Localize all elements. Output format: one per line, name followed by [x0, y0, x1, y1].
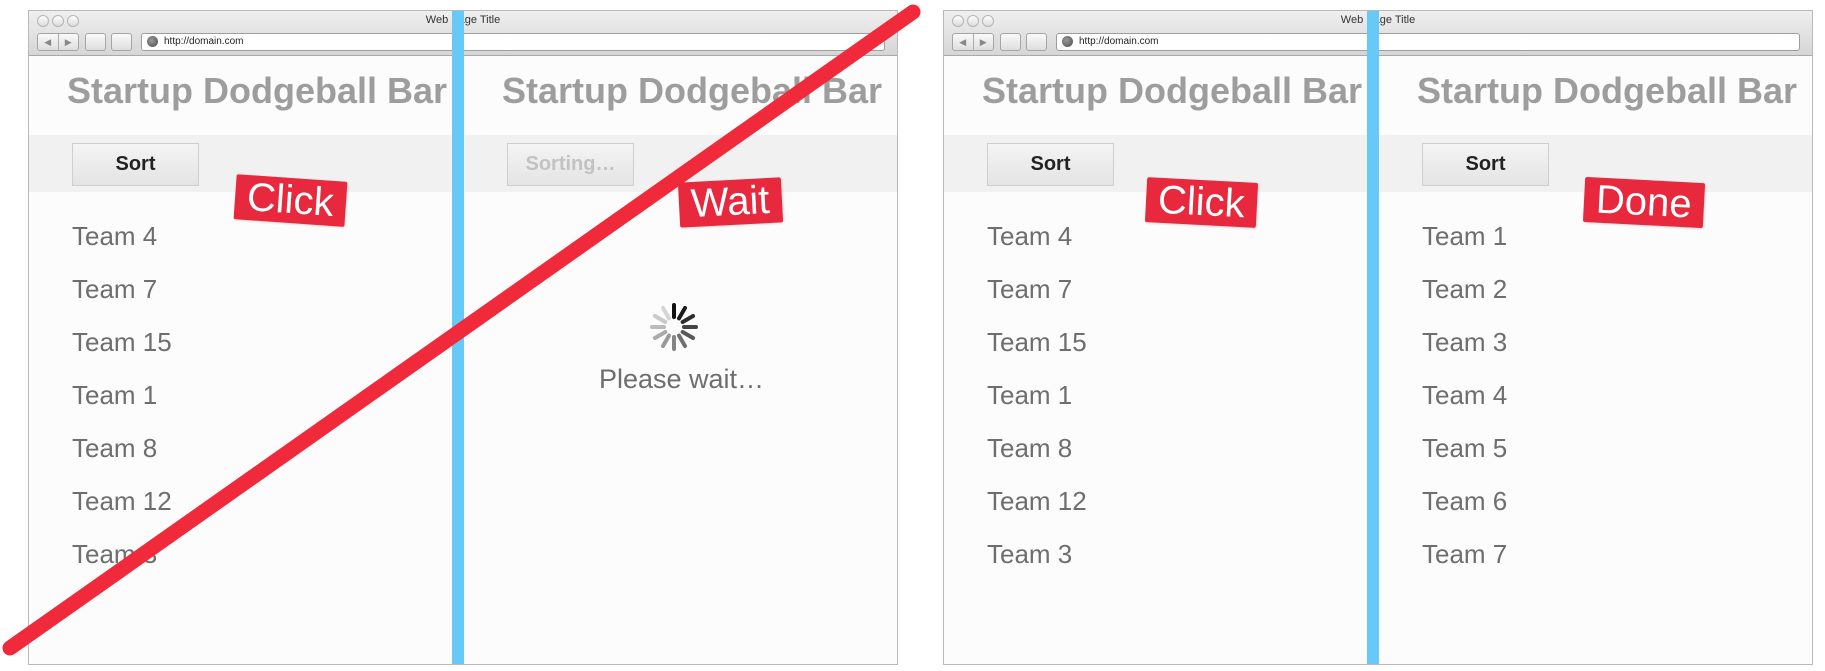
- url-text: http://domain.com: [1079, 36, 1159, 47]
- please-wait-text: Please wait…: [598, 364, 765, 394]
- pane-divider: [1367, 11, 1379, 664]
- list-item: Team 6: [1422, 486, 1508, 516]
- page-title: Startup Dodgeball Bar: [67, 70, 448, 111]
- url-text: http://domain.com: [164, 36, 244, 47]
- home-button[interactable]: [1026, 33, 1047, 51]
- browser-window-left: Web Page Title ◀ ▶ http://domain.com Sta…: [28, 10, 898, 665]
- list-item: Team 12: [987, 486, 1087, 516]
- click-stamp: Click: [1144, 177, 1258, 228]
- list-item: Team 8: [987, 433, 1073, 463]
- pane-before-click: Startup Dodgeball Bar Sort Team 4 Team 7…: [944, 56, 1379, 664]
- globe-icon: [147, 36, 158, 47]
- browser-window-right: Web Page Title ◀ ▶ http://domain.com Sta…: [943, 10, 1813, 665]
- back-arrow-icon[interactable]: ◀: [38, 34, 59, 50]
- nav-buttons: ◀ ▶: [952, 33, 994, 51]
- list-item: Team 15: [987, 327, 1087, 357]
- done-stamp: Done: [1582, 176, 1705, 229]
- list-item: Team 3: [72, 539, 158, 569]
- reload-button[interactable]: [85, 33, 106, 51]
- list-item: Team 8: [72, 433, 158, 463]
- team-list-sorted: Team 1 Team 2 Team 3 Team 4 Team 5 Team …: [1422, 221, 1507, 592]
- list-item: Team 3: [987, 539, 1073, 569]
- loading-spinner-icon: [650, 303, 698, 351]
- wait-stamp: Wait: [677, 177, 783, 228]
- page-title: Startup Dodgeball Bar: [502, 70, 883, 111]
- sorting-button-disabled: Sorting…: [507, 143, 634, 186]
- sort-button[interactable]: Sort: [987, 143, 1114, 186]
- list-item: Team 4: [1422, 380, 1508, 410]
- home-button[interactable]: [111, 33, 132, 51]
- list-item: Team 3: [1422, 327, 1508, 357]
- list-item: Team 15: [72, 327, 172, 357]
- list-item: Team 2: [1422, 274, 1508, 304]
- team-list: Team 4 Team 7 Team 15 Team 1 Team 8 Team…: [987, 221, 1087, 592]
- pane-sorting: Startup Dodgeball Bar Sorting… Please wa…: [464, 56, 897, 664]
- list-item: Team 7: [1422, 539, 1508, 569]
- list-item: Team 4: [72, 221, 158, 251]
- address-bar[interactable]: http://domain.com: [141, 33, 885, 51]
- team-list: Team 4 Team 7 Team 15 Team 1 Team 8 Team…: [72, 221, 172, 592]
- list-item: Team 1: [1422, 221, 1508, 251]
- list-item: Team 5: [1422, 433, 1508, 463]
- list-item: Team 1: [987, 380, 1073, 410]
- page-title: Startup Dodgeball Bar: [982, 70, 1363, 111]
- nav-buttons: ◀ ▶: [37, 33, 79, 51]
- list-item: Team 1: [72, 380, 158, 410]
- pane-before-click: Startup Dodgeball Bar Sort Team 4 Team 7…: [29, 56, 464, 664]
- list-item: Team 12: [72, 486, 172, 516]
- globe-icon: [1062, 36, 1073, 47]
- sort-button[interactable]: Sort: [1422, 143, 1549, 186]
- list-item: Team 7: [72, 274, 158, 304]
- list-item: Team 4: [987, 221, 1073, 251]
- address-bar[interactable]: http://domain.com: [1056, 33, 1800, 51]
- list-item: Team 7: [987, 274, 1073, 304]
- pane-divider: [452, 11, 464, 664]
- click-stamp: Click: [233, 174, 348, 227]
- forward-arrow-icon[interactable]: ▶: [974, 34, 994, 50]
- sort-button[interactable]: Sort: [72, 143, 199, 186]
- pane-sorted: Startup Dodgeball Bar Sort Team 1 Team 2…: [1379, 56, 1812, 664]
- forward-arrow-icon[interactable]: ▶: [59, 34, 79, 50]
- page-title: Startup Dodgeball Bar: [1417, 70, 1798, 111]
- back-arrow-icon[interactable]: ◀: [953, 34, 974, 50]
- reload-button[interactable]: [1000, 33, 1021, 51]
